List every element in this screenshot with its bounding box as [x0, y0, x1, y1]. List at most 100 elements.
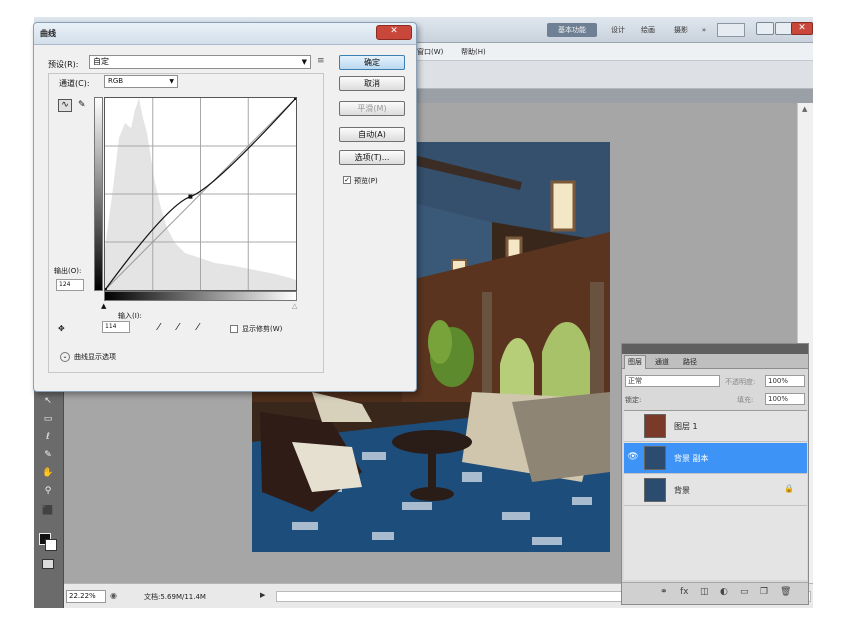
eye-icon[interactable]: 👁 — [627, 452, 639, 464]
add-mask-icon[interactable]: ◫ — [700, 587, 709, 597]
curve-display-options-toggle[interactable]: ⌄ — [60, 352, 70, 362]
trash-icon[interactable]: 🗑 — [780, 587, 791, 597]
close-dialog-button[interactable]: ✕ — [376, 25, 412, 40]
workspace-more-button[interactable]: » — [698, 23, 710, 37]
zoom-tool-icon[interactable]: ⚲ — [41, 485, 55, 497]
input-gradient-bar — [104, 291, 297, 301]
scroll-up-icon[interactable]: ▲ — [802, 105, 807, 113]
layer-thumbnail — [644, 446, 666, 470]
edit-points-curve-icon[interactable]: ∿ — [58, 99, 72, 112]
menu-window[interactable]: 窗口(W) — [417, 47, 443, 57]
tab-channels[interactable]: 通道 — [652, 357, 672, 367]
channel-value: RGB — [108, 77, 124, 85]
close-window-button[interactable]: ✕ — [791, 22, 813, 35]
white-eyedropper-icon[interactable]: ⁄ — [197, 322, 199, 333]
minimize-button[interactable] — [756, 22, 774, 35]
curve-control-point[interactable] — [188, 194, 193, 199]
chevron-down-icon: ▼ — [169, 78, 174, 85]
channel-label: 通道(C): — [59, 79, 90, 88]
layer-name: 背景 副本 — [674, 454, 709, 463]
layer-style-icon[interactable]: fx — [680, 587, 689, 597]
quick-mask-button[interactable] — [42, 559, 54, 569]
workspace-painting-button[interactable]: 绘画 — [634, 23, 662, 37]
black-point-slider[interactable]: ▲ — [101, 302, 106, 310]
input-field[interactable]: 114 — [102, 321, 130, 333]
zoom-level-field[interactable]: 22.22% — [66, 590, 106, 603]
lock-row: 锁定: 填充: 100% — [625, 393, 805, 407]
layer-name: 图层 1 — [674, 422, 698, 431]
background-color-swatch[interactable] — [45, 539, 57, 551]
chevron-down-icon: ▼ — [301, 58, 307, 66]
gray-eyedropper-icon[interactable]: ⁄ — [177, 322, 179, 333]
curve-graph[interactable] — [103, 96, 298, 292]
adjustment-layer-icon[interactable]: ◐ — [720, 587, 728, 597]
preset-value: 自定 — [93, 57, 109, 66]
fill-field[interactable]: 100% — [765, 393, 805, 405]
show-clipping-label: 显示修剪(W) — [242, 325, 283, 333]
layers-list: 图层 1 👁 背景 副本 背景 🔒 — [624, 410, 807, 580]
layer-row[interactable]: 背景 🔒 — [624, 475, 807, 506]
desktop: 基本功能 设计 绘画 摄影 » ✕ 窗口(W) 帮助(H) ▲ ↖ ▭ ℓ ✎ … — [0, 0, 841, 619]
status-menu-arrow-icon[interactable]: ▶ — [260, 591, 265, 599]
curve-control-point[interactable] — [103, 288, 107, 292]
smooth-button[interactable]: 平滑(M) — [339, 101, 405, 116]
cancel-button[interactable]: 取消 — [339, 76, 405, 91]
workspace-design-button[interactable]: 设计 — [607, 23, 629, 37]
curve-display-options-label: 曲线显示选项 — [74, 353, 116, 361]
blend-mode-select[interactable]: 正常 — [625, 375, 720, 387]
document-size-text: 文档:5.69M/11.4M — [144, 593, 206, 601]
opacity-label: 不透明度: — [725, 378, 756, 386]
output-field[interactable]: 124 — [56, 279, 84, 291]
workspace-essentials-button[interactable]: 基本功能 — [547, 23, 597, 37]
opacity-field[interactable]: 100% — [765, 375, 805, 387]
panel-tabs: 图层 通道 路径 — [622, 354, 808, 369]
curve-control-point[interactable] — [294, 96, 298, 100]
layer-row[interactable]: 图层 1 — [624, 411, 807, 442]
show-clipping-checkbox[interactable] — [230, 325, 238, 333]
input-label: 输入(I): — [118, 312, 142, 320]
tab-paths[interactable]: 路径 — [680, 357, 700, 367]
visibility-toggle[interactable] — [627, 484, 639, 496]
channel-select[interactable]: RGB ▼ — [104, 75, 178, 88]
dialog-title-bar[interactable]: 曲线 ✕ — [34, 23, 416, 45]
preset-select[interactable]: 自定 ▼ — [89, 55, 311, 69]
menu-help[interactable]: 帮助(H) — [461, 47, 486, 57]
close-icon: ✕ — [798, 23, 806, 33]
cs-live-icon[interactable] — [717, 23, 745, 37]
preset-options-icon[interactable]: ≡ — [317, 56, 325, 66]
ok-button[interactable]: 确定 — [339, 55, 405, 70]
move-tool-icon[interactable]: ↖ — [41, 395, 55, 407]
lock-label: 锁定: — [625, 396, 642, 404]
curve-graph-svg — [103, 96, 298, 292]
lasso-tool-icon[interactable]: ℓ — [41, 431, 55, 443]
auto-button[interactable]: 自动(A) — [339, 127, 405, 142]
preview-checkbox[interactable]: ✓ — [343, 176, 351, 184]
black-eyedropper-icon[interactable]: ⁄ — [158, 322, 160, 333]
output-label: 输出(O): — [54, 267, 82, 275]
tab-layers[interactable]: 图层 — [624, 355, 646, 369]
blend-row: 正常 不透明度: 100% — [625, 375, 805, 389]
output-gradient-bar — [94, 97, 103, 291]
fill-label: 填充: — [737, 396, 754, 404]
dialog-title: 曲线 — [40, 29, 56, 38]
preview-label: 预览(P) — [354, 177, 378, 185]
options-button[interactable]: 选项(T)... — [339, 150, 405, 165]
workspace-photography-button[interactable]: 摄影 — [667, 23, 695, 37]
link-layers-icon[interactable]: ⚭ — [660, 587, 668, 597]
pencil-icon[interactable]: ✎ — [78, 100, 86, 110]
default-colors-icon[interactable]: ⬛ — [41, 505, 55, 517]
new-layer-icon[interactable]: ❐ — [760, 587, 768, 597]
hand-tool-icon[interactable]: ✋ — [41, 467, 55, 479]
target-adjust-icon[interactable]: ✥ — [58, 324, 65, 333]
new-group-icon[interactable]: ▭ — [740, 587, 749, 597]
panel-header[interactable] — [622, 344, 808, 354]
visibility-toggle[interactable] — [627, 420, 639, 432]
white-point-slider[interactable]: △ — [292, 302, 297, 310]
status-info-icon[interactable]: ◉ — [110, 591, 117, 600]
layers-panel: 图层 通道 路径 正常 不透明度: 100% 锁定: 填充: 100% 图层 1… — [621, 343, 809, 605]
layer-row[interactable]: 👁 背景 副本 — [624, 443, 807, 474]
marquee-tool-icon[interactable]: ▭ — [41, 413, 55, 425]
quick-select-tool-icon[interactable]: ✎ — [41, 449, 55, 461]
layer-name: 背景 — [674, 486, 690, 495]
layers-footer: ⚭ fx ◫ ◐ ▭ ❐ 🗑 — [622, 582, 808, 604]
